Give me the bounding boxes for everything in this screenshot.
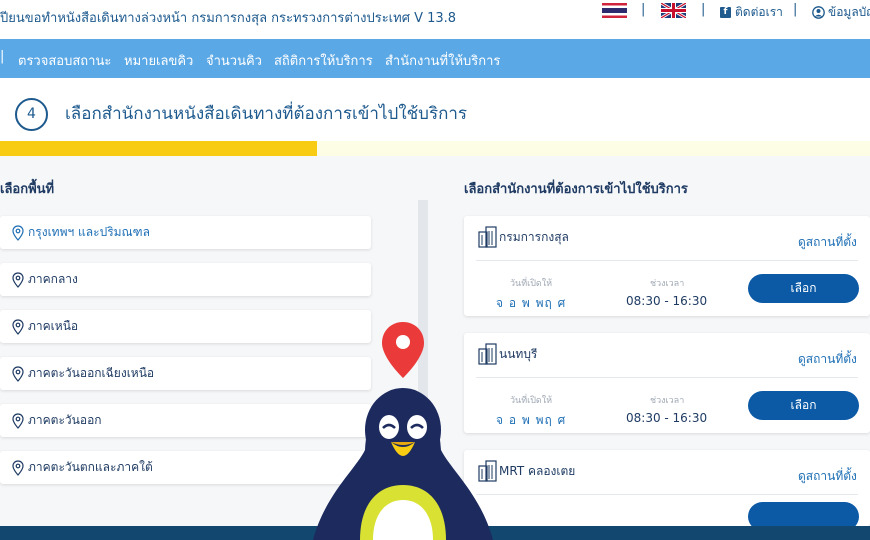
progress-fill (0, 141, 317, 156)
nav-item-queue-number[interactable]: หมายเลขคิว (124, 50, 193, 71)
map-pin-icon (12, 224, 24, 241)
user-icon (812, 6, 825, 19)
region-label: ภาคตะวันตกและภาคใต้ (28, 460, 153, 474)
time-value: 08:30 - 16:30 (626, 294, 708, 308)
office-section-title: เลือกสำนักงานที่ต้องการเข้าไปใช้บริการ (464, 182, 688, 197)
step-title: เลือกสำนักงานหนังสือเดินทางที่ต้องการเข้… (65, 104, 468, 124)
map-pin-icon (12, 365, 24, 382)
contact-link[interactable]: f ติดต่อเรา (720, 3, 783, 22)
region-section-title: เลือกพื้นที่ (0, 182, 55, 197)
office-name: นนทบุรี (499, 347, 538, 361)
view-location-link[interactable]: ดูสถานที่ตั้ง (798, 467, 857, 486)
office-card: กรมการกงสุล ดูสถานที่ตั้ง วันที่เปิดให้ … (464, 216, 870, 316)
map-pin-icon (12, 412, 24, 429)
thai-flag-icon[interactable] (602, 3, 627, 18)
view-location-link[interactable]: ดูสถานที่ตั้ง (798, 350, 857, 369)
card-divider (476, 377, 858, 378)
contact-label: ติดต่อเรา (735, 5, 783, 19)
select-office-button[interactable] (748, 502, 859, 526)
region-label: ภาคเหนือ (28, 319, 79, 333)
nav-item-offices[interactable]: สำนักงานที่ให้บริการ (385, 50, 500, 71)
uk-flag-icon[interactable] (661, 3, 686, 18)
card-divider (476, 494, 858, 495)
region-item-central[interactable]: ภาคกลาง (0, 263, 371, 296)
top-bar: ปียนขอทำหนังสือเดินทางล่วงหน้า กรมการกงส… (0, 0, 870, 39)
nav-marker: | (0, 49, 5, 64)
open-days-value: จ อ พ พฤ ศ (496, 413, 567, 427)
open-days-label: วันที่เปิดให้ (510, 396, 553, 406)
office-name: กรมการกงสุล (499, 230, 569, 244)
open-days-label: วันที่เปิดให้ (510, 279, 553, 289)
region-label: ภาคตะวันออกเฉียงเหนือ (28, 366, 155, 380)
nav-item-status[interactable]: ตรวจสอบสถานะ (18, 50, 111, 71)
select-office-button[interactable]: เลือก (748, 391, 859, 420)
nav-item-statistics[interactable]: สถิติการให้บริการ (274, 50, 373, 71)
user-label: ข้อมูลบัญ (828, 5, 870, 19)
site-title: ปียนขอทำหนังสือเดินทางล่วงหน้า กรมการกงส… (0, 11, 457, 26)
progress-bar (0, 141, 870, 156)
nav-item-queue-count[interactable]: จำนวนคิว (206, 50, 262, 71)
time-label: ช่วงเวลา (650, 396, 685, 406)
step-number: 4 (15, 98, 48, 131)
penguin-mascot-icon (313, 322, 493, 540)
map-pin-icon (12, 271, 24, 288)
user-info-link[interactable]: ข้อมูลบัญ (812, 3, 870, 22)
region-label: ภาคกลาง (28, 272, 78, 286)
office-card: นนทบุรี ดูสถานที่ตั้ง วันที่เปิดให้ จ อ … (464, 333, 870, 433)
office-name: MRT คลองเตย (499, 464, 576, 478)
office-card: MRT คลองเตย ดูสถานที่ตั้ง (464, 450, 870, 526)
separator: | (641, 2, 646, 17)
time-label: ช่วงเวลา (650, 279, 685, 289)
select-office-button[interactable]: เลือก (748, 274, 859, 303)
location-pin-icon (382, 322, 424, 378)
region-item-bangkok[interactable]: กรุงเทพฯ และปริมณฑล (0, 216, 371, 249)
time-value: 08:30 - 16:30 (626, 411, 708, 425)
map-pin-icon (12, 459, 24, 476)
facebook-icon: f (720, 7, 731, 18)
separator: | (793, 2, 798, 17)
view-location-link[interactable]: ดูสถานที่ตั้ง (798, 233, 857, 252)
map-pin-icon (12, 318, 24, 335)
building-icon (478, 226, 497, 248)
separator: | (701, 2, 706, 17)
main-nav: | ตรวจสอบสถานะ หมายเลขคิว จำนวนคิว สถิติ… (0, 39, 870, 78)
card-divider (476, 260, 858, 261)
region-label: ภาคตะวันออก (28, 413, 102, 427)
region-label: กรุงเทพฯ และปริมณฑล (28, 225, 150, 239)
step-header: 4 เลือกสำนักงานหนังสือเดินทางที่ต้องการเ… (0, 78, 870, 144)
open-days-value: จ อ พ พฤ ศ (496, 296, 567, 310)
